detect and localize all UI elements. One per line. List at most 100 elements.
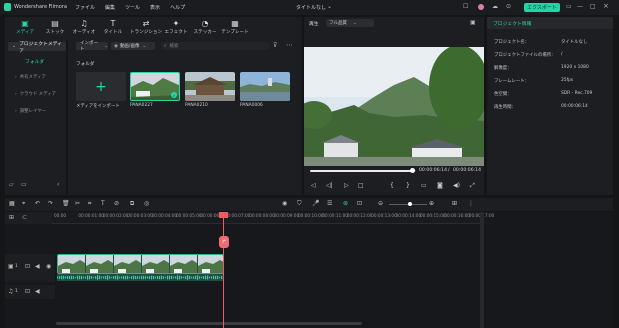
layout-icon[interactable]: ▭ [566,3,572,10]
adjust-icon[interactable]: ⧉ [130,200,134,208]
help-icon[interactable]: ⊙ [506,3,511,10]
camera-icon[interactable]: ◙ [437,182,443,189]
media-item-pana0006[interactable] [240,72,290,101]
menu-tools[interactable]: ツール [125,4,140,11]
export-button[interactable]: エクスポート [524,3,560,12]
tab-title[interactable]: T タイトル [99,19,127,38]
tab-label: トランジション [129,30,163,35]
volume-icon[interactable]: ◀) [453,182,460,189]
notification-icon[interactable]: ☐ [463,3,468,10]
mute-icon[interactable]: ◀ [35,263,40,270]
lock-icon[interactable]: ⊡ [25,288,30,295]
audio-waveform[interactable] [57,274,224,281]
layout-grid-icon[interactable]: ▦ [9,200,15,207]
select-tool-icon[interactable]: ⌖ [22,200,25,208]
zoom-fit-icon[interactable]: ⊡ [357,200,362,207]
search-input[interactable]: ⌕ 検索 [161,42,269,50]
menu-help[interactable]: ヘルプ [170,4,185,11]
vertical-scrollbar[interactable] [480,212,484,328]
menu-edit[interactable]: 編集 [105,4,115,11]
tag-icon[interactable]: ⊘ [114,200,119,207]
title-bar: Wondershare Filmora ファイル 編集 ツール 表示 ヘルプ タ… [0,0,619,15]
folder-icon[interactable]: ▭ [21,181,27,188]
grid-icon[interactable]: ⊞ [452,200,457,207]
filter-dropdown[interactable]: ◉ 動画/画像 ⌄ [111,42,155,50]
template-icon: ▦ [231,19,239,28]
link-icon[interactable]: ⊂ [22,214,27,221]
tab-media[interactable]: ▣ メディア [11,19,39,38]
stop-icon[interactable]: □ [358,182,364,189]
media-item-pana0210[interactable] [185,72,235,101]
split-icon[interactable]: ✂ [75,200,80,207]
mark-in-icon[interactable]: { [390,182,394,189]
mute-icon[interactable]: ◀ [35,288,40,295]
filter-funnel-icon[interactable]: ⊽ [273,42,277,49]
zoom-in-icon[interactable]: ⊕ [429,200,434,207]
maximize-icon[interactable]: □ [590,3,596,10]
import-media-tile[interactable]: + [76,72,126,101]
sidebar-folder[interactable]: フォルダ [25,58,44,65]
sidebar-item-cloud-media[interactable]: › クラウド メディア [9,90,65,98]
preview-video[interactable] [304,47,484,166]
more-vertical-icon[interactable]: ⋮ [468,200,474,207]
progress-handle[interactable] [410,168,416,173]
playhead-top[interactable] [219,212,228,218]
tab-audio[interactable]: ♫ オーディオ [70,19,98,38]
step-back-icon[interactable]: ◁| [326,182,333,189]
new-folder-icon[interactable]: ▱ [9,181,14,188]
mark-out-icon[interactable]: } [406,182,410,189]
zoom-slider-handle[interactable] [408,202,412,206]
render-icon[interactable]: ◉ [282,200,287,207]
eye-icon[interactable]: ◉ [46,263,51,270]
timeline-ruler[interactable]: 00:00 00:00:01:00 00:00:02:00 00:00:03:00 00… [52,212,494,224]
import-dropdown[interactable]: インポート ⌄ [76,41,108,52]
crop-icon[interactable]: ⌗ [88,200,91,208]
playhead-handle[interactable]: ⌿ [219,236,229,248]
menu-view[interactable]: 表示 [150,4,160,11]
video-frame [304,47,484,166]
tab-playback[interactable]: 再生 [309,20,319,27]
tab-stock[interactable]: ▤ ストック [41,19,69,38]
undo-icon[interactable]: ↶ [35,200,40,207]
horizontal-scrollbar[interactable] [56,322,362,325]
fullscreen-icon[interactable]: ⤢ [470,182,475,190]
tab-sticker[interactable]: ◔ ステッカー [191,19,219,38]
media-item-pana0227[interactable]: ✓ [130,72,180,101]
sidebar-item-project-media[interactable]: ⌄ プロジェクトメディア [8,42,66,54]
redo-icon[interactable]: ↷ [48,200,53,207]
tab-transition[interactable]: ⇄ トランジション [128,19,164,38]
play-icon[interactable]: ▷ [344,182,349,189]
more-icon[interactable]: ⋯ [286,41,293,49]
microphone-icon[interactable]: 🎤 [312,200,319,207]
stack-icon[interactable]: ☰ [327,200,332,207]
ruler-tick-label: 00:00:08:00 [249,213,275,218]
delete-icon[interactable]: 🗑 [62,200,70,207]
chevron-down-icon: ⌄ [104,43,108,49]
avatar[interactable] [478,4,484,10]
snap-icon[interactable]: ⊛ [343,200,348,207]
sidebar-item-adjustment-layer[interactable]: › 調整レイヤー [9,107,65,115]
menu-file[interactable]: ファイル [75,4,95,11]
lock-icon[interactable]: ⊡ [25,263,30,270]
add-track-icon[interactable]: ⊞ [9,214,14,221]
clip-thumbnail [240,72,290,101]
previous-frame-icon[interactable]: ◁ [311,182,316,189]
tab-effect[interactable]: ✦ エフェクト [162,19,190,38]
project-title[interactable]: タイトルなし [296,4,326,11]
waveform [57,275,223,280]
minimize-icon[interactable]: — [577,3,583,10]
tab-template[interactable]: ▦ テンプレート [219,19,251,38]
snapshot-icon[interactable]: ▣ [470,19,476,26]
color-icon[interactable]: ◎ [144,200,149,207]
collapse-icon[interactable]: ‹ [57,181,59,188]
sidebar-item-shared-media[interactable]: › 共有メディア [9,73,65,81]
quality-dropdown[interactable]: フル品質 ⌄ [326,19,374,27]
close-icon[interactable]: × [603,2,609,10]
chevron-down-icon[interactable]: ⌄ [327,3,332,10]
video-clip[interactable] [57,254,224,274]
shield-icon[interactable]: ⛉ [297,200,302,208]
zoom-out-icon[interactable]: ⊖ [378,200,383,207]
display-icon[interactable]: ▭ [421,182,427,189]
text-icon[interactable]: T [101,200,105,207]
cloud-icon[interactable]: ☁ [492,3,498,10]
